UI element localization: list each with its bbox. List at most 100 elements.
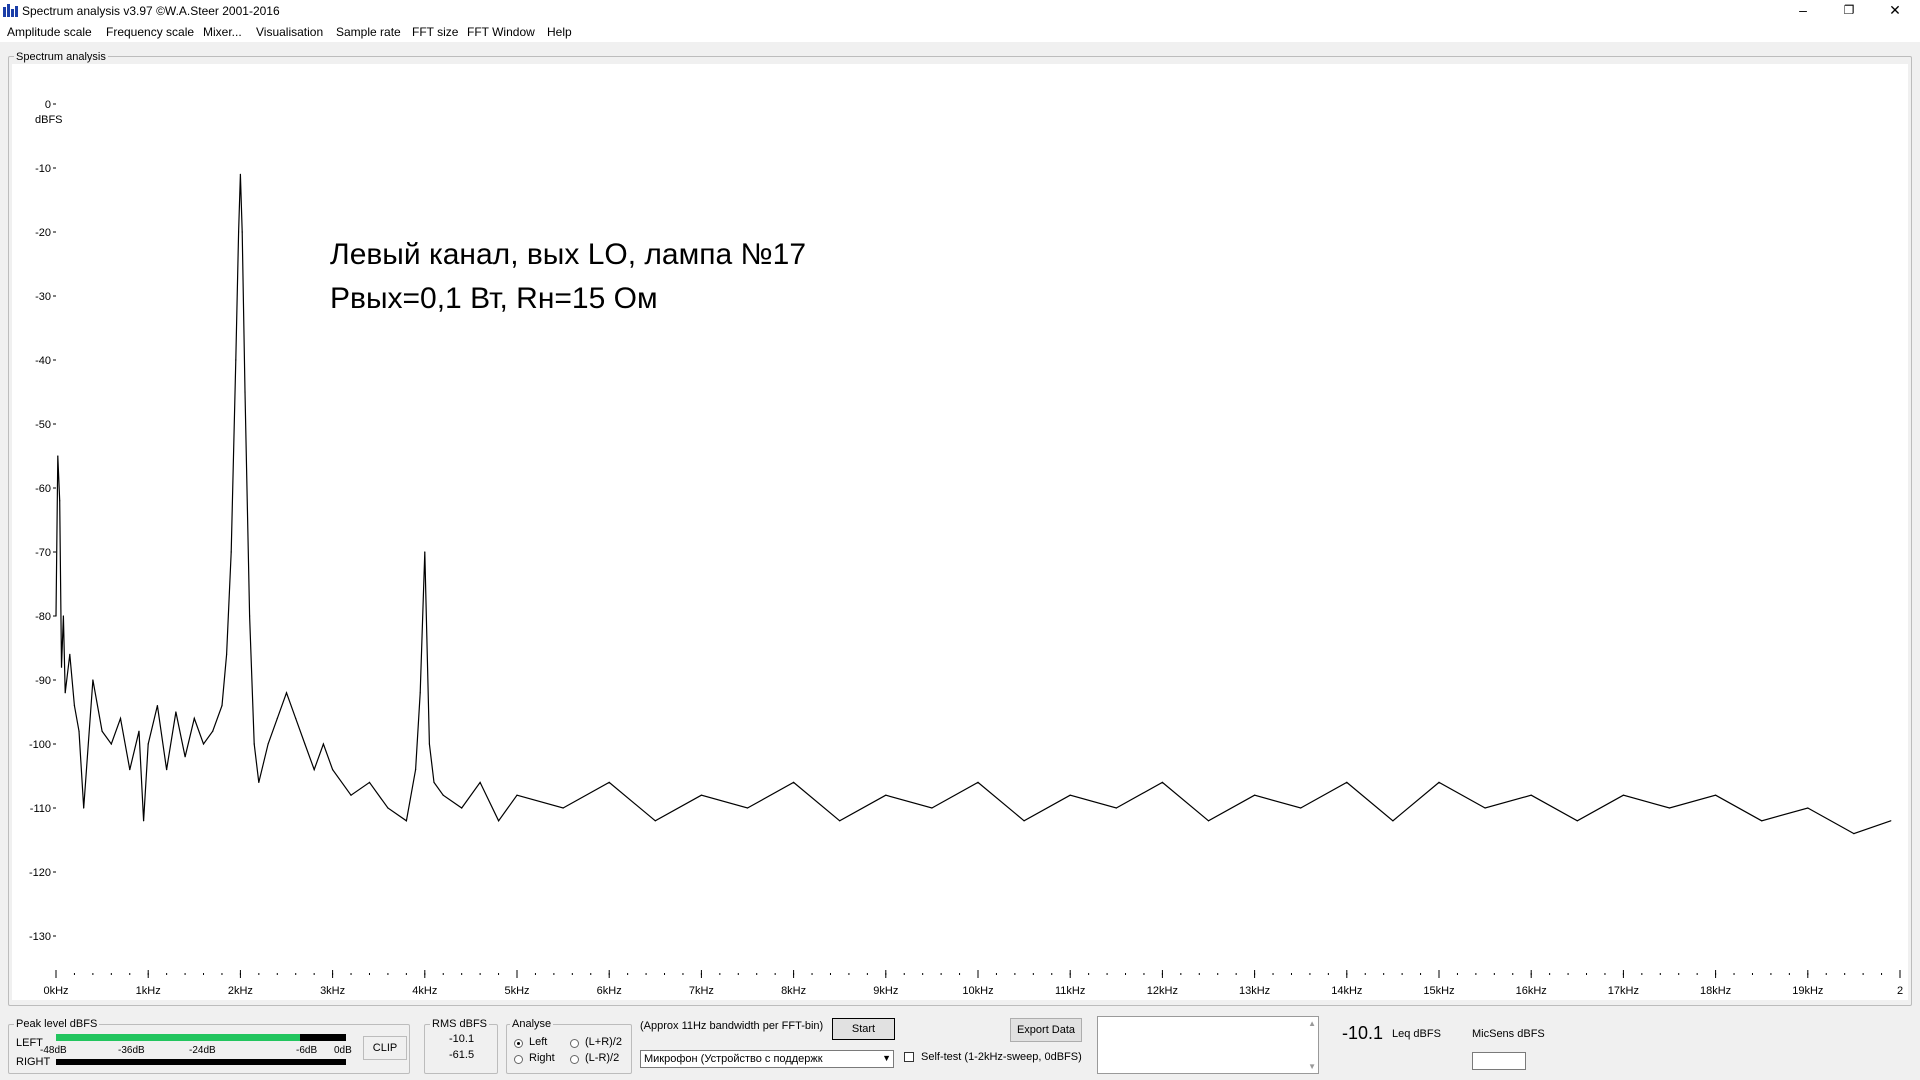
micsens-input[interactable]	[1472, 1052, 1526, 1070]
x-tick-label: 10kHz	[962, 985, 993, 997]
rms-right-value: -61.5	[449, 1049, 475, 1061]
data-point	[700, 794, 703, 796]
menu-fft-size[interactable]: FFT size	[412, 25, 458, 39]
data-point	[479, 781, 481, 784]
peak-left-label: LEFT	[16, 1037, 43, 1049]
analyse-sum-radio[interactable]	[570, 1039, 579, 1048]
self-test-checkbox[interactable]	[904, 1052, 914, 1062]
data-point	[129, 769, 131, 771]
peak-right-meter	[56, 1059, 346, 1065]
menu-help[interactable]: Help	[547, 25, 572, 39]
spectrum-plot: 0 -10 -20 -30 -40 -50 -60 -70 -80 -90 -100 -110 -120…	[12, 64, 1908, 1000]
data-point	[64, 692, 66, 694]
analyse-right-radio[interactable]	[514, 1055, 523, 1064]
analyse-diff-radio[interactable]	[570, 1055, 579, 1064]
restore-icon[interactable]: ❐	[1826, 0, 1872, 22]
self-test-label[interactable]: Self-test (1-2kHz-sweep, 0dBFS)	[921, 1051, 1082, 1063]
data-point	[1530, 794, 1532, 796]
data-point	[1484, 807, 1486, 809]
data-point	[350, 794, 352, 796]
export-data-button[interactable]: Export Data	[1010, 1018, 1082, 1042]
data-point	[193, 717, 195, 720]
data-point	[1023, 820, 1025, 822]
analyse-right-label[interactable]: Right	[529, 1052, 555, 1064]
data-point	[258, 781, 260, 784]
x-tick-label: 2kHz	[228, 985, 253, 997]
data-point	[1161, 781, 1163, 784]
scroll-down-icon[interactable]: ▼	[1308, 1062, 1316, 1071]
data-point	[1807, 807, 1809, 809]
peak-left-meter-fill	[56, 1034, 300, 1041]
data-point	[62, 615, 64, 617]
data-point	[419, 692, 421, 694]
data-point	[1622, 794, 1624, 796]
data-point	[368, 781, 371, 784]
data-point	[1392, 820, 1394, 822]
x-tick-label: 0kHz	[43, 985, 68, 997]
close-icon[interactable]: ✕	[1872, 0, 1918, 22]
x-tick-label: 4kHz	[412, 985, 437, 997]
leq-value: -10.1	[1342, 1023, 1384, 1043]
menu-visualisation[interactable]: Visualisation	[256, 25, 323, 39]
menu-mixer[interactable]: Mixer...	[203, 25, 242, 39]
data-point	[1668, 807, 1671, 809]
rms-label: RMS dBFS	[430, 1018, 490, 1030]
data-point	[332, 769, 334, 771]
data-point	[147, 743, 149, 745]
analyse-sum-label[interactable]: (L+R)/2	[585, 1036, 622, 1048]
data-point	[885, 794, 887, 796]
x-tick-label: 19kHz	[1792, 985, 1823, 997]
output-textbox[interactable]: ▲ ▼	[1097, 1016, 1319, 1074]
data-point	[202, 743, 205, 745]
menu-frequency-scale[interactable]: Frequency scale	[106, 25, 194, 39]
start-button[interactable]: Start	[832, 1018, 895, 1040]
data-point	[230, 551, 232, 553]
data-point	[322, 743, 324, 745]
menu-amplitude-scale[interactable]: Amplitude scale	[7, 25, 92, 39]
y-tick-label: -90	[35, 675, 51, 687]
minimize-icon[interactable]: –	[1780, 0, 1826, 22]
data-point	[654, 820, 656, 822]
x-tick-label: 17kHz	[1608, 985, 1639, 997]
peak-scale-0: 0dB	[334, 1045, 352, 1056]
data-point	[562, 807, 564, 809]
data-point	[1207, 820, 1210, 822]
menu-sample-rate[interactable]: Sample rate	[336, 25, 401, 39]
data-point	[69, 653, 71, 656]
analyse-left-label[interactable]: Left	[529, 1036, 547, 1048]
data-point	[156, 705, 159, 707]
data-point	[931, 807, 933, 809]
y-tick-label: -70	[35, 547, 51, 559]
menu-fft-window[interactable]: FFT Window	[467, 25, 535, 39]
data-point	[249, 615, 251, 617]
data-point	[119, 717, 122, 720]
peak-scale-48: -48dB	[40, 1045, 67, 1056]
control-panel: Peak level dBFS LEFT RIGHT -48dB -36dB -…	[0, 1004, 1920, 1080]
data-point	[313, 769, 315, 771]
analyse-group	[506, 1024, 632, 1074]
clip-indicator[interactable]: CLIP	[363, 1036, 407, 1060]
data-point	[1069, 794, 1071, 796]
analyse-left-radio[interactable]	[514, 1039, 523, 1048]
data-point	[239, 173, 241, 175]
data-point	[428, 743, 431, 745]
device-select[interactable]: Микрофон (Устройство с поддержк ▼	[640, 1050, 894, 1068]
y-tick-label: -50	[35, 419, 51, 431]
y-tick-label: 0	[45, 99, 51, 111]
data-point	[304, 743, 306, 745]
data-point	[78, 730, 80, 732]
x-tick-label: 11kHz	[1055, 985, 1085, 997]
bandwidth-note: (Approx 11Hz bandwidth per FFT-bin)	[640, 1020, 824, 1032]
scroll-up-icon[interactable]: ▲	[1308, 1019, 1316, 1028]
data-point	[442, 794, 444, 796]
data-point	[110, 743, 112, 745]
data-point	[253, 743, 255, 745]
y-axis-unit: dBFS	[35, 114, 63, 126]
chevron-down-icon[interactable]: ▼	[882, 1053, 891, 1063]
x-tick-label: 16kHz	[1516, 985, 1547, 997]
data-point	[55, 615, 57, 617]
data-point	[285, 692, 288, 694]
spectrum-chart: 0 -10 -20 -30 -40 -50 -60 -70 -80 -90 -100 -110 -120…	[29, 99, 1903, 997]
x-tick-label: 3kHz	[320, 985, 345, 997]
analyse-diff-label[interactable]: (L-R)/2	[585, 1052, 619, 1064]
